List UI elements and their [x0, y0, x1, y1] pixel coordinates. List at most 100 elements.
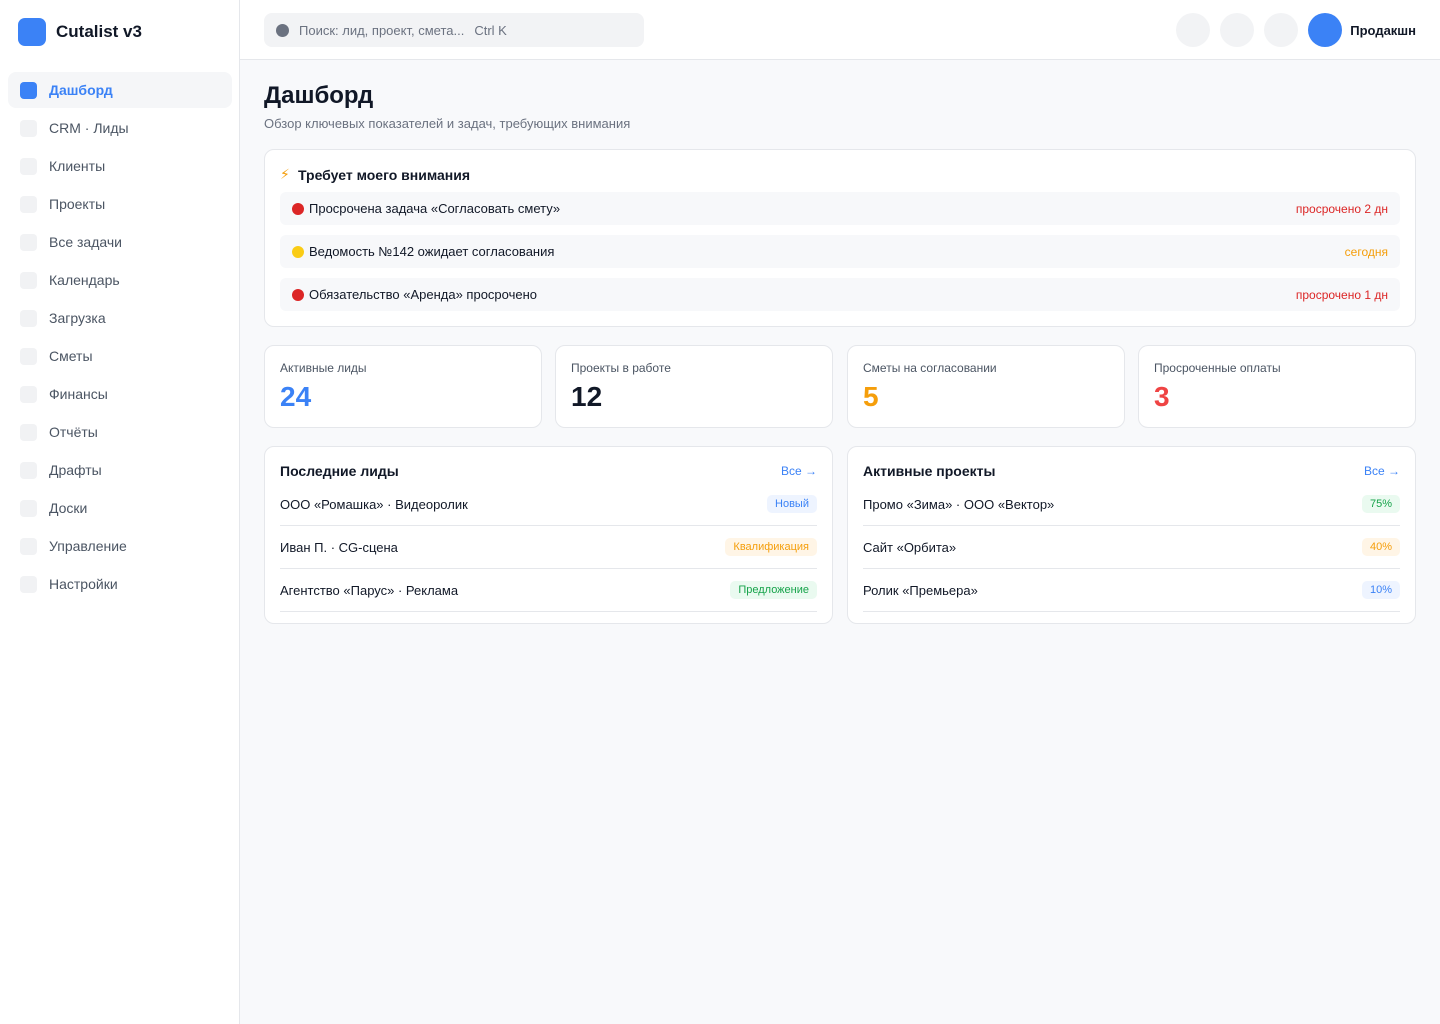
kpi-projects-in-progress[interactable]: Проекты в работе 12 [555, 345, 833, 428]
recent-leads-panel: Последние лиды Все → ООО «Ромашка» · Вид… [264, 446, 833, 624]
status-badge: Новый [767, 495, 817, 513]
list-item[interactable]: Сайт «Орбита» 40% [863, 526, 1400, 569]
notifications-icon[interactable] [1176, 13, 1211, 47]
list-item-text: Агентство «Парус» · Реклама [280, 582, 459, 598]
kpi-label: Активные лиды [280, 361, 367, 375]
kpi-overdue-payments[interactable]: Просроченные оплаты 3 [1138, 345, 1416, 428]
red-dot-icon [292, 202, 304, 215]
search-shortcut: Ctrl K [474, 22, 507, 38]
list-item[interactable]: Ролик «Премьера» 10% [863, 569, 1400, 612]
page-title: Дашборд [264, 82, 374, 109]
attention-panel: ⚡ Требует моего внимания Просрочена зада… [264, 149, 1416, 327]
projects-icon [20, 195, 37, 213]
red-dot-icon [292, 288, 304, 301]
list-item[interactable]: Агентство «Парус» · Реклама Предложение [280, 569, 817, 612]
attention-item-status: просрочено 1 дн [1295, 287, 1388, 302]
sidebar-item-estimates[interactable]: Сметы [8, 338, 232, 374]
sidebar-item-label: Проекты [49, 196, 106, 212]
attention-item[interactable]: Обязательство «Аренда» просрочено просро… [280, 278, 1400, 311]
sidebar: Cutalist v3 Дашборд CRM · Лиды Клиенты П… [0, 0, 240, 1024]
sidebar-item-label: Отчёты [49, 424, 98, 440]
estimates-icon [20, 347, 37, 365]
search-input[interactable]: Поиск: лид, проект, смета... Ctrl K [264, 13, 644, 47]
sidebar-item-calendar[interactable]: Календарь [8, 262, 232, 298]
theme-icon[interactable] [1264, 13, 1299, 47]
crm-icon [20, 119, 37, 137]
sidebar-item-dashboard[interactable]: Дашборд [8, 72, 232, 108]
dashboard-icon [20, 81, 37, 99]
attention-title: Требует моего внимания [298, 166, 471, 183]
kpi-value: 3 [1154, 381, 1170, 412]
help-icon[interactable] [1220, 13, 1255, 47]
management-icon [20, 537, 37, 555]
search-placeholder: Поиск: лид, проект, смета... [299, 22, 465, 38]
kpi-label: Сметы на согласовании [863, 361, 997, 375]
attention-item[interactable]: Ведомость №142 ожидает согласования сего… [280, 235, 1400, 268]
list-item[interactable]: Промо «Зима» · ООО «Вектор» 75% [863, 483, 1400, 526]
reports-icon [20, 423, 37, 441]
list-item-text: ООО «Ромашка» · Видеоролик [280, 496, 468, 512]
list-item-text: Сайт «Орбита» [863, 539, 957, 555]
sidebar-item-crm-leads[interactable]: CRM · Лиды [8, 110, 232, 146]
view-all-link[interactable]: Все → [1364, 464, 1400, 478]
sidebar-item-label: Календарь [49, 272, 120, 288]
sidebar-item-label: Дашборд [49, 82, 113, 98]
sidebar-item-label: CRM · Лиды [49, 120, 129, 136]
page-subtitle: Обзор ключевых показателей и задач, треб… [264, 116, 631, 131]
finance-icon [20, 385, 37, 403]
list-item[interactable]: Иван П. · CG-сцена Квалификация [280, 526, 817, 569]
workspace-name[interactable]: Продакшн [1350, 23, 1416, 38]
sidebar-item-settings[interactable]: Настройки [8, 566, 232, 602]
list-item-text: Ролик «Премьера» [863, 582, 978, 598]
sidebar-item-projects[interactable]: Проекты [8, 186, 232, 222]
attention-item-text: Просрочена задача «Согласовать смету» [309, 201, 561, 216]
boards-icon [20, 499, 37, 517]
avatar[interactable] [1308, 13, 1343, 47]
kpi-value: 5 [863, 381, 879, 412]
kpi-label: Проекты в работе [571, 361, 671, 375]
progress-badge: 75% [1361, 495, 1400, 513]
lightning-icon: ⚡ [280, 166, 290, 182]
logo-icon [18, 18, 46, 46]
list-item-text: Иван П. · CG-сцена [280, 539, 398, 555]
sidebar-item-all-tasks[interactable]: Все задачи [8, 224, 232, 260]
tasks-icon [20, 233, 37, 251]
sidebar-item-label: Управление [49, 538, 127, 554]
kpi-active-leads[interactable]: Активные лиды 24 [264, 345, 542, 428]
view-all-link[interactable]: Все → [781, 464, 817, 478]
drafts-icon [20, 461, 37, 479]
kpi-estimates-pending[interactable]: Сметы на согласовании 5 [847, 345, 1125, 428]
sidebar-item-boards[interactable]: Доски [8, 490, 232, 526]
brand[interactable]: Cutalist v3 [18, 18, 142, 46]
list-item[interactable]: ООО «Ромашка» · Видеоролик Новый [280, 483, 817, 526]
sidebar-item-finance[interactable]: Финансы [8, 376, 232, 412]
progress-badge: 40% [1361, 538, 1400, 556]
yellow-dot-icon [292, 245, 304, 258]
sidebar-item-management[interactable]: Управление [8, 528, 232, 564]
kpi-value: 12 [571, 381, 603, 412]
attention-header: ⚡ Требует моего внимания [280, 166, 470, 183]
search-icon [276, 23, 289, 37]
sidebar-item-label: Загрузка [49, 310, 106, 326]
attention-item-text: Ведомость №142 ожидает согласования [309, 244, 555, 259]
calendar-icon [20, 271, 37, 289]
attention-item[interactable]: Просрочена задача «Согласовать смету» пр… [280, 192, 1400, 225]
sidebar-item-label: Клиенты [49, 158, 106, 174]
sidebar-item-label: Сметы [49, 348, 93, 364]
kpi-value: 24 [280, 381, 312, 412]
sidebar-item-workload[interactable]: Загрузка [8, 300, 232, 336]
list-item-text: Промо «Зима» · ООО «Вектор» [863, 496, 1055, 512]
active-projects-panel: Активные проекты Все → Промо «Зима» · ОО… [847, 446, 1416, 624]
panel-title: Активные проекты [863, 463, 996, 479]
attention-item-status: просрочено 2 дн [1295, 201, 1388, 216]
sidebar-item-drafts[interactable]: Драфты [8, 452, 232, 488]
workload-icon [20, 309, 37, 327]
sidebar-item-label: Драфты [49, 462, 102, 478]
sidebar-item-reports[interactable]: Отчёты [8, 414, 232, 450]
app-name: Cutalist v3 [56, 22, 142, 41]
sidebar-item-clients[interactable]: Клиенты [8, 148, 232, 184]
status-badge: Квалификация [725, 538, 817, 556]
topbar: Поиск: лид, проект, смета... Ctrl K Прод… [240, 0, 1440, 60]
top-actions: Продакшн [1176, 13, 1416, 47]
sidebar-item-label: Все задачи [49, 234, 122, 250]
